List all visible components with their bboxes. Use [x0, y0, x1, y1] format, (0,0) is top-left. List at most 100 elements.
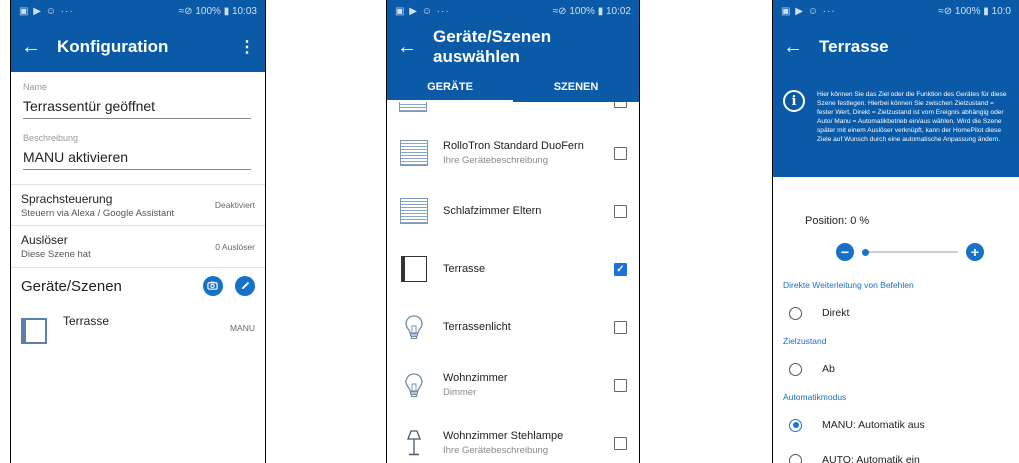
- shutter-icon: [400, 198, 428, 224]
- pencil-icon: [241, 282, 249, 290]
- voice-control-row[interactable]: Sprachsteuerung Steuern via Alexa / Goog…: [11, 184, 265, 226]
- option-label: Ab: [822, 363, 835, 375]
- item-checkbox[interactable]: [614, 146, 627, 160]
- konfiguration-screen: ▣ ▶ ☺ ··· ≈⊘ 100% ▮ 10:03 ← Konfiguratio…: [10, 0, 266, 463]
- description-field[interactable]: Beschreibung MANU aktivieren: [11, 119, 265, 184]
- list-item[interactable]: Wohnzimmer Dimmer: [387, 356, 639, 414]
- voice-control-title: Sprachsteuerung: [21, 191, 113, 206]
- list-item[interactable]: RolloTron Standard DuoFern Ihre Gerätebe…: [387, 124, 639, 182]
- item-name: Schlafzimmer Eltern: [443, 205, 542, 217]
- status-bar: ▣ ▶ ☺ ··· ≈⊘ 100% ▮ 10:03: [11, 0, 265, 22]
- floor-lamp-icon: [407, 430, 421, 456]
- list-item[interactable]: Terrassenlicht: [387, 298, 639, 356]
- status-icons: ▣ ▶ ☺ ···: [395, 5, 450, 17]
- tab-devices[interactable]: GERÄTE: [387, 72, 513, 102]
- radio-button[interactable]: [789, 453, 802, 463]
- info-box: i Hier können Sie das Ziel oder die Funk…: [773, 72, 1019, 177]
- name-label: Name: [23, 82, 48, 92]
- status-bar: ▣ ▶ ☺ ··· ≈⊘ 100% ▮ 10:0: [773, 0, 1019, 22]
- radio-option-ab[interactable]: Ab: [773, 349, 1019, 389]
- item-checkbox[interactable]: [614, 378, 627, 392]
- device-select-screen: ▣ ▶ ☺ ··· ≈⊘ 100% ▮ 10:02 ← Geräte/Szene…: [386, 0, 640, 463]
- item-checkbox[interactable]: [614, 204, 627, 218]
- page-title: Konfiguration: [57, 37, 169, 56]
- item-checkbox[interactable]: [614, 436, 627, 450]
- trigger-row[interactable]: Auslöser Diese Szene hat 0 Auslöser: [11, 226, 265, 268]
- radio-button[interactable]: [789, 306, 802, 320]
- shutter-icon: [399, 102, 427, 112]
- info-icon: i: [783, 90, 805, 112]
- item-description: Dimmer: [443, 387, 477, 398]
- device-row[interactable]: Terrasse MANU: [11, 304, 265, 352]
- item-name: Wohnzimmer: [443, 372, 508, 384]
- item-name: Terrasse: [443, 263, 486, 275]
- status-icons: ▣ ▶ ☺ ···: [781, 5, 836, 17]
- slider-track[interactable]: [862, 248, 958, 256]
- trigger-count: 0 Auslöser: [215, 241, 255, 252]
- page-title: Terrasse: [819, 37, 889, 56]
- description-input[interactable]: MANU aktivieren: [23, 143, 251, 170]
- edit-button[interactable]: [235, 275, 255, 296]
- status-right: ≈⊘ 100% ▮ 10:02: [552, 5, 631, 17]
- list-item[interactable]: Terrasse ✓: [387, 240, 639, 298]
- description-label: Beschreibung: [23, 133, 79, 143]
- radio-option-manu[interactable]: MANU: Automatik aus: [773, 405, 1019, 445]
- list-item[interactable]: Wohnzimmer Stehlampe Ihre Gerätebeschrei…: [387, 414, 639, 463]
- tab-bar: GERÄTE SZENEN: [387, 72, 639, 102]
- back-arrow-icon[interactable]: ←: [397, 36, 433, 59]
- status-right: ≈⊘ 100% ▮ 10:03: [178, 5, 257, 17]
- radio-button-selected[interactable]: [789, 418, 802, 432]
- list-item[interactable]: Schlafzimmer Eltern: [387, 182, 639, 240]
- bulb-icon: [405, 315, 423, 339]
- bulb-icon: [405, 373, 423, 397]
- voice-control-status: Deaktiviert: [214, 200, 255, 210]
- trigger-title: Auslöser: [21, 233, 68, 247]
- radio-option-direkt[interactable]: Direkt: [773, 293, 1019, 333]
- slider-thumb[interactable]: [862, 248, 869, 256]
- radio-button[interactable]: [789, 362, 802, 376]
- overflow-menu-icon[interactable]: ⋮: [239, 37, 255, 57]
- item-name: Terrassenlicht: [443, 321, 511, 333]
- camera-icon: [207, 281, 218, 291]
- device-name: Terrasse: [63, 314, 110, 328]
- item-checkbox[interactable]: [614, 102, 627, 108]
- back-arrow-icon[interactable]: ←: [21, 36, 57, 59]
- plus-button[interactable]: +: [966, 243, 984, 261]
- info-text: Hier können Sie das Ziel oder die Funkti…: [817, 91, 1007, 143]
- item-checkbox-checked[interactable]: ✓: [614, 262, 627, 276]
- item-description: Ihre Gerätebeschreibung: [443, 155, 549, 166]
- minus-button[interactable]: −: [836, 243, 854, 261]
- shutter-icon: [400, 140, 428, 166]
- status-icons: ▣ ▶ ☺ ···: [19, 5, 74, 17]
- position-label: Position: 0 %: [805, 215, 870, 227]
- section-header-auto: Automatikmodus: [783, 392, 847, 402]
- position-slider[interactable]: − +: [773, 227, 1019, 261]
- window-icon: [21, 318, 47, 344]
- tab-scenes[interactable]: SZENEN: [513, 72, 639, 102]
- radio-option-auto[interactable]: AUTO: Automatik ein: [773, 445, 1019, 463]
- item-description: Ihre Gerätebeschreibung: [443, 445, 549, 456]
- option-label: MANU: Automatik aus: [822, 419, 925, 431]
- back-arrow-icon[interactable]: ←: [783, 36, 819, 59]
- camera-button[interactable]: [202, 275, 223, 296]
- option-label: AUTO: Automatik ein: [822, 454, 920, 463]
- trigger-subtitle: Diese Szene hat: [21, 249, 91, 260]
- name-field[interactable]: Name Terrassentür geöffnet: [11, 72, 265, 119]
- item-name: RolloTron Standard DuoFern: [443, 140, 584, 152]
- name-input[interactable]: Terrassentür geöffnet: [23, 92, 251, 119]
- window-icon: [401, 256, 427, 282]
- device-scene-config-screen: ▣ ▶ ☺ ··· ≈⊘ 100% ▮ 10:0 ← Terrasse i Hi…: [772, 0, 1019, 463]
- status-right: ≈⊘ 100% ▮ 10:0: [938, 5, 1011, 17]
- page-title: Geräte/Szenen auswählen: [433, 27, 552, 66]
- voice-control-subtitle: Steuern via Alexa / Google Assistant: [21, 207, 175, 219]
- item-name: Wohnzimmer Stehlampe: [443, 430, 564, 442]
- status-bar: ▣ ▶ ☺ ··· ≈⊘ 100% ▮ 10:02: [387, 0, 639, 22]
- option-label: Direkt: [822, 307, 850, 319]
- item-checkbox[interactable]: [614, 320, 627, 334]
- app-bar: ← Geräte/Szenen auswählen: [387, 22, 639, 72]
- section-header-direct: Direkte Weiterleitung von Befehlen: [783, 280, 914, 290]
- app-bar: ← Konfiguration ⋮: [11, 22, 265, 72]
- devices-scenes-section: Geräte/Szenen: [11, 268, 265, 304]
- partial-list-item: [387, 102, 639, 124]
- device-mode: MANU: [229, 323, 255, 333]
